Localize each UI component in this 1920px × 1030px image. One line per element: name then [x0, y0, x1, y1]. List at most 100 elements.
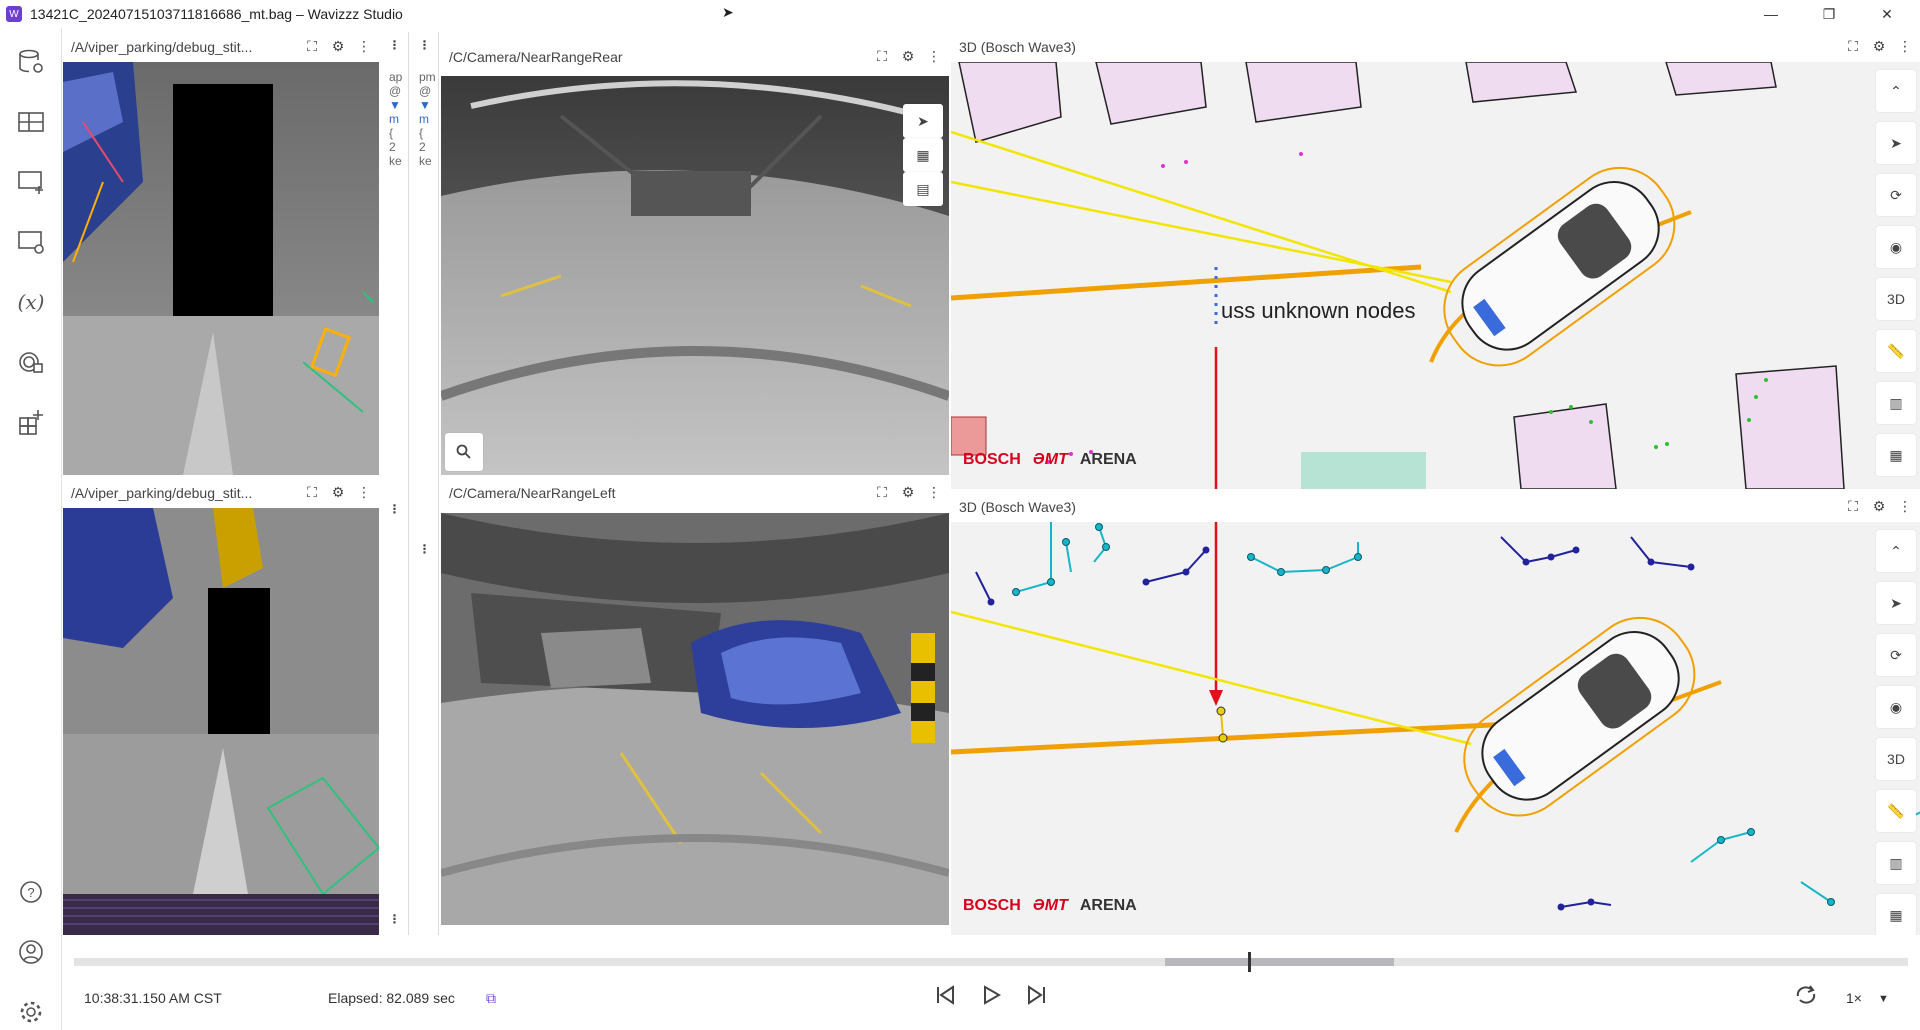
more-menu-icon[interactable]: ⋮: [381, 38, 408, 52]
expand-arrow-icon[interactable]: ▼: [419, 98, 436, 112]
layout-icon[interactable]: [13, 104, 49, 140]
text-line: ke: [419, 154, 432, 168]
zoom-icon[interactable]: [445, 433, 483, 471]
fullscreen-icon[interactable]: ⛶: [1844, 498, 1862, 515]
copy-icon[interactable]: ⧉: [486, 990, 496, 1007]
add-panel-icon[interactable]: [13, 164, 49, 200]
fullscreen-icon[interactable]: ⛶: [303, 38, 321, 55]
gear-icon[interactable]: ⚙: [899, 484, 917, 501]
sponsor-logos: BOSCH ƏMT ARENA: [963, 451, 1137, 469]
chevron-down-icon[interactable]: ▼: [1878, 993, 1889, 1005]
rotate-icon[interactable]: ⟳: [1876, 174, 1916, 216]
raw-messages-column-2[interactable]: ⋮ pm @ ▼ m { 2 ke ⋮: [411, 32, 439, 935]
layout-add-icon[interactable]: [13, 404, 49, 440]
panel-title: /C/Camera/NearRangeLeft: [449, 485, 616, 501]
more-menu-icon[interactable]: ⋮: [925, 48, 943, 65]
window-title: 13421C_20240715103711816686_mt.bag – Wav…: [30, 6, 403, 22]
image-toolbar: ➤ ▦ ▤: [903, 104, 943, 206]
3d-toolbar: ⌃ ➤ ⟳ ◉ 3D 📏 ▥ ▦: [1876, 530, 1916, 935]
account-icon[interactable]: [13, 934, 49, 970]
3d-toggle-button[interactable]: 3D: [1876, 278, 1916, 320]
app-logo-icon: W: [6, 6, 22, 22]
select-tool-icon[interactable]: ➤: [1876, 122, 1916, 164]
settings-icon[interactable]: [13, 994, 49, 1030]
playback-bar: 10:38:31.150 AM CST Elapsed: 82.089 sec …: [62, 940, 1920, 1030]
playhead[interactable]: [1247, 952, 1251, 972]
loop-icon[interactable]: [1794, 984, 1818, 1012]
collapse-icon[interactable]: ⌃: [1876, 70, 1916, 112]
grid-tool-icon[interactable]: ▦: [903, 138, 943, 172]
map-icon[interactable]: ▥: [1876, 382, 1916, 424]
3d-toggle-button[interactable]: 3D: [1876, 738, 1916, 780]
more-menu-icon[interactable]: ⋮: [355, 38, 373, 55]
measure-icon[interactable]: 📏: [1876, 330, 1916, 372]
3d-viewport[interactable]: uss unknown nodes ⌃ ➤ ⟳ ◉ 3D 📏 ▥ ▦ BOSCH…: [951, 62, 1920, 489]
fullscreen-icon[interactable]: ⛶: [873, 484, 891, 501]
minimize-button[interactable]: —: [1742, 0, 1800, 28]
more-menu-icon[interactable]: ⋮: [355, 484, 373, 501]
database-settings-icon[interactable]: [13, 44, 49, 80]
fullscreen-icon[interactable]: ⛶: [1844, 38, 1862, 55]
annotation-label: uss unknown nodes: [1221, 298, 1416, 323]
mt-logo: ƏMT: [1032, 897, 1068, 914]
text-line: {: [419, 126, 424, 140]
extensions-icon[interactable]: [13, 344, 49, 380]
map-icon[interactable]: ▥: [1876, 842, 1916, 884]
debug-stitch-panel-bottom: /A/viper_parking/debug_stit... ⛶ ⚙ ⋮: [63, 478, 379, 935]
skip-back-icon[interactable]: [934, 984, 956, 1012]
close-button[interactable]: ✕: [1858, 0, 1916, 28]
fullscreen-icon[interactable]: ⛶: [303, 484, 321, 501]
rotate-icon[interactable]: ⟳: [1876, 634, 1916, 676]
qr-grid-icon[interactable]: ▦: [1876, 894, 1916, 935]
playback-speed[interactable]: 1×: [1846, 990, 1862, 1006]
more-menu-icon[interactable]: ⋮: [381, 502, 408, 516]
3d-toolbar: ⌃ ➤ ⟳ ◉ 3D 📏 ▥ ▦: [1876, 70, 1916, 476]
3d-view-panel-bottom: 3D (Bosch Wave3) ⛶ ⚙ ⋮ ⌃ ➤ ⟳ ◉ 3D 📏 ▥ ▦ …: [951, 492, 1920, 935]
gear-icon[interactable]: ⚙: [329, 38, 347, 55]
gear-icon[interactable]: ⚙: [1870, 38, 1888, 55]
panel-header: /A/viper_parking/debug_stit... ⛶ ⚙ ⋮: [63, 478, 379, 508]
camera-image-view[interactable]: [441, 513, 949, 925]
column-text: ap @ ▼ m { 2 ke: [389, 70, 402, 168]
more-menu-icon[interactable]: ⋮: [1896, 38, 1914, 55]
measure-icon[interactable]: 📏: [1876, 790, 1916, 832]
fullscreen-icon[interactable]: ⛶: [873, 48, 891, 65]
near-range-left-panel: /C/Camera/NearRangeLeft ⛶ ⚙ ⋮: [441, 478, 949, 925]
gear-icon[interactable]: ⚙: [1870, 498, 1888, 515]
sponsor-logos: BOSCH ƏMT ARENA: [963, 897, 1137, 915]
play-button[interactable]: [980, 984, 1002, 1012]
more-menu-icon[interactable]: ⋮: [925, 484, 943, 501]
3d-viewport[interactable]: ⌃ ➤ ⟳ ◉ 3D 📏 ▥ ▦ BOSCH ƏMT ARENA: [951, 522, 1920, 935]
variables-icon[interactable]: (x): [13, 284, 49, 320]
gear-icon[interactable]: ⚙: [899, 48, 917, 65]
select-tool-icon[interactable]: ➤: [903, 104, 943, 138]
more-menu-icon[interactable]: ⋮: [411, 38, 438, 52]
text-line: @: [389, 84, 402, 98]
expand-arrow-icon[interactable]: ▼: [389, 98, 402, 112]
more-menu-icon[interactable]: ⋮: [381, 912, 408, 926]
camera-image-view[interactable]: ➤ ▦ ▤: [441, 76, 949, 475]
collapse-icon[interactable]: ⌃: [1876, 530, 1916, 572]
panel-title: /A/viper_parking/debug_stit...: [71, 485, 253, 501]
more-menu-icon[interactable]: ⋮: [1896, 498, 1914, 515]
raw-messages-column-1[interactable]: ⋮ ap @ ▼ m { 2 ke ⋮ ⋮: [381, 32, 409, 935]
more-menu-icon[interactable]: ⋮: [411, 542, 438, 556]
timeline-scrubber[interactable]: [74, 952, 1908, 972]
mouse-icon[interactable]: ◉: [1876, 226, 1916, 268]
current-time: 10:38:31.150 AM CST: [84, 990, 222, 1006]
title-bar: W 13421C_20240715103711816686_mt.bag – W…: [0, 0, 1920, 28]
mouse-icon[interactable]: ◉: [1876, 686, 1916, 728]
text-line: ap: [389, 70, 403, 84]
select-tool-icon[interactable]: ➤: [1876, 582, 1916, 624]
image-tool-icon[interactable]: ▤: [903, 172, 943, 206]
bosch-logo: BOSCH: [963, 451, 1021, 468]
help-icon[interactable]: ?: [13, 874, 49, 910]
bosch-logo: BOSCH: [963, 897, 1021, 914]
stitch-image-view[interactable]: [63, 508, 379, 935]
qr-grid-icon[interactable]: ▦: [1876, 434, 1916, 476]
gear-icon[interactable]: ⚙: [329, 484, 347, 501]
panel-settings-icon[interactable]: [13, 224, 49, 260]
stitch-image-view[interactable]: [63, 62, 379, 475]
skip-forward-icon[interactable]: [1026, 984, 1048, 1012]
maximize-button[interactable]: ❐: [1800, 0, 1858, 28]
